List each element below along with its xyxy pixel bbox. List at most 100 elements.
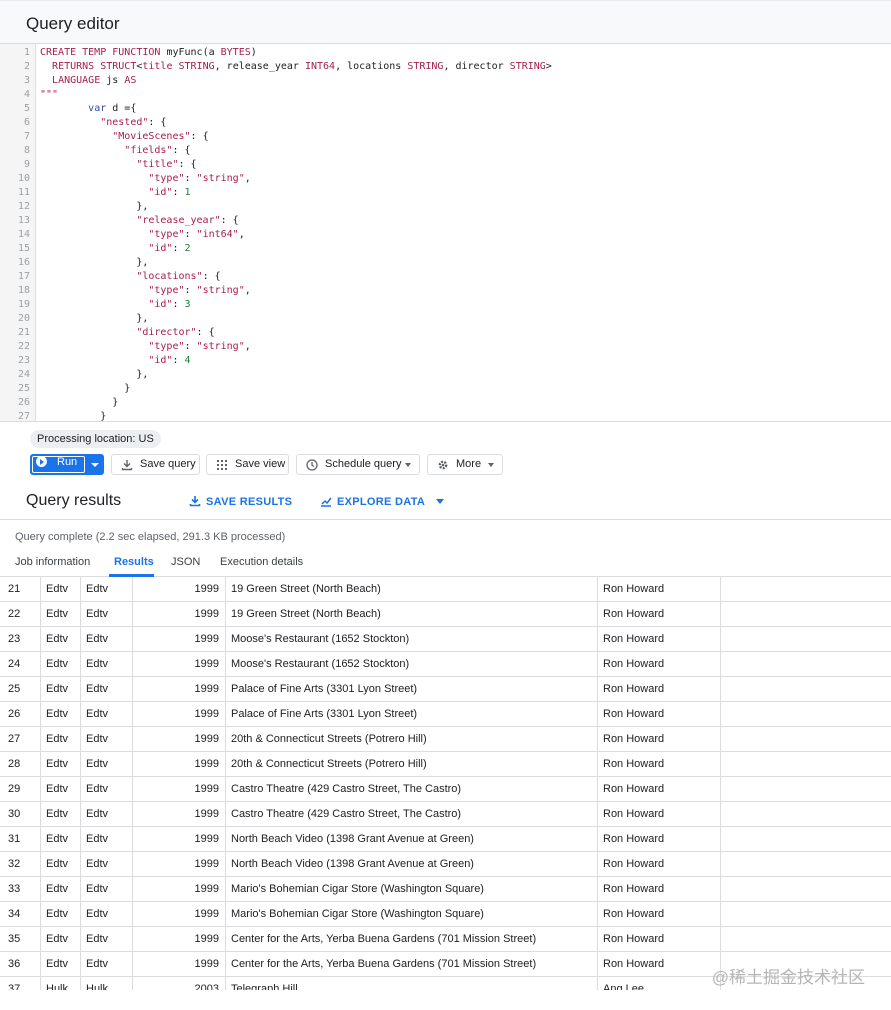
table-row[interactable]: 25 Edtv Edtv 1999 Palace of Fine Arts (3301 … (0, 677, 891, 702)
code-text: "release_year": { (136, 215, 239, 226)
location-cell: Center for the Arts, Yerba Buena Gardens… (226, 927, 598, 952)
director-cell: Ron Howard (598, 652, 721, 677)
table-row[interactable]: 31 Edtv Edtv 1999 North Beach Video (1398 Gr… (0, 827, 891, 852)
more-button[interactable]: More (427, 454, 503, 475)
row-number-cell: 31 (0, 827, 41, 852)
watermark: @稀土掘金技术社区 (711, 968, 865, 987)
table-row[interactable]: 29 Edtv Edtv 1999 Castro Theatre (429 Castro… (0, 777, 891, 802)
table-row[interactable]: 30 Edtv Edtv 1999 Castro Theatre (429 Castro… (0, 802, 891, 827)
save-results-button[interactable]: SAVE RESULTS (189, 495, 292, 508)
code-line[interactable]: 8 "fields": { (0, 144, 191, 158)
release-year-cell: 1999 (133, 627, 226, 652)
table-row[interactable]: 24 Edtv Edtv 1999 Moose's Restaurant (1652 S… (0, 652, 891, 677)
location-cell: Center for the Arts, Yerba Buena Gardens… (226, 952, 598, 977)
title-cell: Edtv (41, 727, 81, 752)
code-text: "id": 1 (148, 187, 191, 198)
run-button[interactable]: Run (30, 454, 104, 475)
code-line[interactable]: 4 """ (0, 88, 58, 102)
tab-json[interactable]: JSON (171, 556, 200, 568)
code-line[interactable]: 21 "director": { (0, 326, 215, 340)
row-number-cell: 33 (0, 877, 41, 902)
play-icon (36, 456, 47, 467)
divider (0, 519, 891, 520)
table-row[interactable]: 32 Edtv Edtv 1999 North Beach Video (1398 Gr… (0, 852, 891, 877)
code-line[interactable]: 3 LANGUAGE js AS (0, 74, 136, 88)
code-text: "director": { (136, 327, 215, 338)
table-row[interactable]: 23 Edtv Edtv 1999 Moose's Restaurant (1652 S… (0, 627, 891, 652)
row-number-cell: 27 (0, 727, 41, 752)
code-line[interactable]: 10 "type": "string", (0, 172, 251, 186)
code-line[interactable]: 23 "id": 4 (0, 354, 191, 368)
line-number: 27 (17, 411, 30, 422)
code-line[interactable]: 11 "id": 1 (0, 186, 191, 200)
code-line[interactable]: 6 "nested": { (0, 116, 166, 130)
empty-cell (721, 827, 891, 852)
release-year-cell: 1999 (133, 577, 226, 602)
table-row[interactable]: 34 Edtv Edtv 1999 Mario's Bohemian Cigar Sto… (0, 902, 891, 927)
table-row[interactable]: 28 Edtv Edtv 1999 20th & Connecticut Streets… (0, 752, 891, 777)
title-cell: Edtv (41, 877, 81, 902)
table-row[interactable]: 33 Edtv Edtv 1999 Mario's Bohemian Cigar Sto… (0, 877, 891, 902)
line-number: 25 (17, 383, 30, 394)
code-line[interactable]: 14 "type": "int64", (0, 228, 245, 242)
code-line[interactable]: 15 "id": 2 (0, 242, 191, 256)
chevron-down-icon (436, 499, 445, 504)
chevron-down-icon[interactable] (91, 463, 99, 467)
row-number-cell: 32 (0, 852, 41, 877)
release-year-cell: 2003 (133, 977, 226, 990)
table-row[interactable]: 26 Edtv Edtv 1999 Palace of Fine Arts (3301 … (0, 702, 891, 727)
code-line[interactable]: 22 "type": "string", (0, 340, 251, 354)
location-cell: 20th & Connecticut Streets (Potrero Hill… (226, 727, 598, 752)
director-cell: Ron Howard (598, 877, 721, 902)
code-line[interactable]: 16 }, (0, 256, 148, 270)
release-year-cell: 1999 (133, 602, 226, 627)
table-row[interactable]: 21 Edtv Edtv 1999 19 Green Street (North Bea… (0, 577, 891, 602)
code-line[interactable]: 26 } (0, 396, 118, 410)
location-cell: 19 Green Street (North Beach) (226, 602, 598, 627)
tab-results[interactable]: Results (114, 556, 154, 568)
save-view-button[interactable]: Save view (206, 454, 289, 475)
code-line[interactable]: 27 } (0, 410, 106, 422)
code-line[interactable]: 18 "type": "string", (0, 284, 251, 298)
gear-icon (438, 460, 448, 470)
title-cell: Edtv (41, 577, 81, 602)
line-number: 20 (17, 313, 30, 324)
code-line[interactable]: 7 "MovieScenes": { (0, 130, 209, 144)
code-line[interactable]: 9 "title": { (0, 158, 197, 172)
empty-cell (721, 577, 891, 602)
empty-cell (721, 602, 891, 627)
code-line[interactable]: 25 } (0, 382, 130, 396)
director-cell: Ron Howard (598, 627, 721, 652)
tab-execution-details[interactable]: Execution details (220, 556, 303, 568)
line-number: 15 (17, 243, 30, 254)
title-cell: Edtv (81, 952, 133, 977)
table-row[interactable]: 22 Edtv Edtv 1999 19 Green Street (North Bea… (0, 602, 891, 627)
title-cell: Hulk (81, 977, 133, 990)
tab-job-information[interactable]: Job information (15, 556, 90, 568)
code-line[interactable]: 13 "release_year": { (0, 214, 239, 228)
schedule-query-button[interactable]: Schedule query (296, 454, 420, 475)
code-line[interactable]: 19 "id": 3 (0, 298, 191, 312)
explore-data-button[interactable]: EXPLORE DATA (320, 495, 445, 508)
title-cell: Edtv (81, 877, 133, 902)
download-icon (121, 460, 133, 471)
code-line[interactable]: 12 }, (0, 200, 148, 214)
empty-cell (721, 802, 891, 827)
code-line[interactable]: 24 }, (0, 368, 148, 382)
title-cell: Edtv (81, 677, 133, 702)
location-cell: North Beach Video (1398 Grant Avenue at … (226, 852, 598, 877)
row-number-cell: 23 (0, 627, 41, 652)
save-query-button[interactable]: Save query (111, 454, 200, 475)
code-line[interactable]: 1 CREATE TEMP FUNCTION myFunc(a BYTES) (0, 46, 257, 60)
code-editor[interactable]: 1 CREATE TEMP FUNCTION myFunc(a BYTES) 2 R… (0, 44, 891, 422)
empty-cell (721, 852, 891, 877)
empty-cell (721, 702, 891, 727)
code-line[interactable]: 5 var d ={ (0, 102, 136, 116)
table-row[interactable]: 27 Edtv Edtv 1999 20th & Connecticut Streets… (0, 727, 891, 752)
table-row[interactable]: 35 Edtv Edtv 1999 Center for the Arts, Yerba… (0, 927, 891, 952)
code-line[interactable]: 2 RETURNS STRUCT<title STRING, release_y… (0, 60, 552, 74)
code-line[interactable]: 17 "locations": { (0, 270, 221, 284)
code-text: }, (40, 257, 149, 268)
title-cell: Edtv (41, 752, 81, 777)
code-line[interactable]: 20 }, (0, 312, 148, 326)
